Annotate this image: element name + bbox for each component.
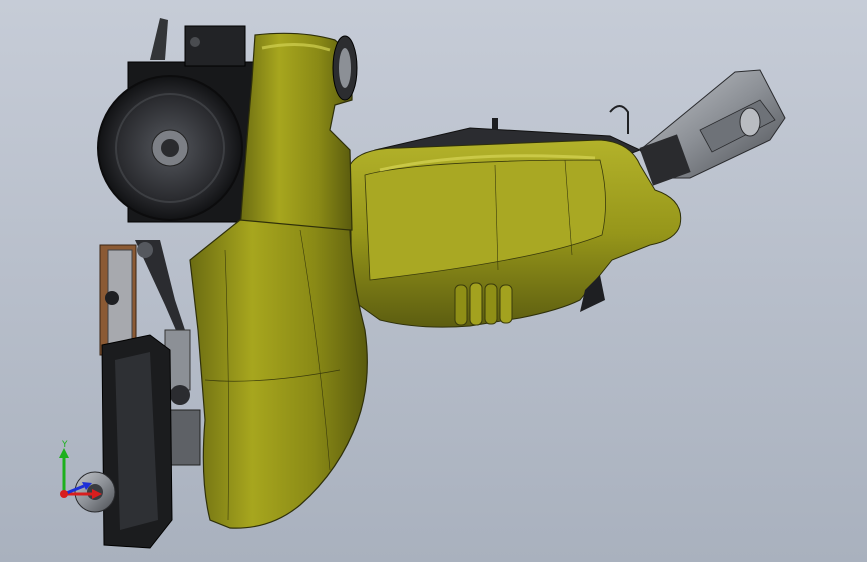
axis-triad: Y	[59, 440, 102, 499]
side-tank[interactable]	[349, 139, 682, 328]
lower-shroud[interactable]	[189, 219, 368, 529]
cad-viewport[interactable]: Y	[0, 0, 867, 562]
wooden-bracket	[99, 244, 137, 356]
y-axis-label: Y	[61, 440, 68, 450]
cad-model[interactable]	[0, 0, 867, 562]
flywheel[interactable]	[97, 75, 243, 221]
upper-shroud[interactable]	[239, 32, 358, 231]
origin-dot	[60, 490, 68, 498]
